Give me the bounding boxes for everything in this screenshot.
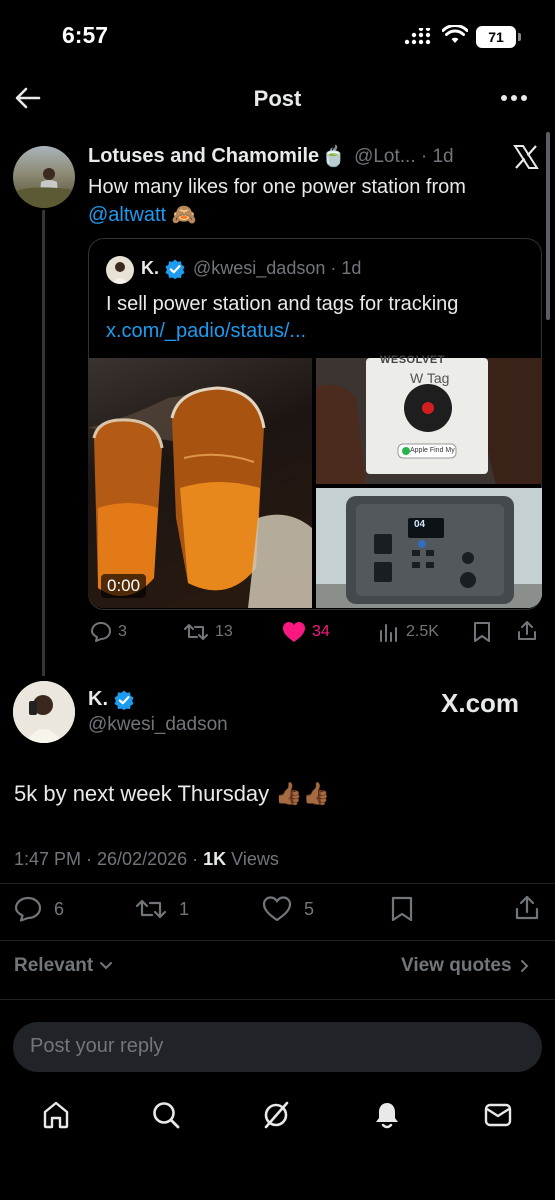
power-station-image[interactable] (316, 488, 542, 608)
chevron-right-icon (520, 960, 528, 972)
reply-count: 6 (54, 898, 65, 919)
page-title: Post (253, 86, 302, 111)
like-count: 5 (304, 898, 315, 919)
like-button[interactable]: 5 (262, 896, 314, 922)
quoted-text: I sell power station and tags for tracki… (106, 293, 459, 315)
view-quotes-label: View quotes (401, 955, 512, 976)
scroll-indicator[interactable] (546, 132, 550, 320)
tea-emoji: 🍵 (321, 146, 347, 168)
wifi-icon (442, 25, 468, 45)
sort-label: Relevant (14, 955, 94, 976)
repost-button[interactable]: 13 (183, 621, 233, 643)
quoted-author-name: K. (141, 258, 159, 278)
repost-icon (135, 899, 167, 919)
views-count: 1K (203, 849, 227, 869)
repost-icon (184, 624, 208, 640)
author-name[interactable]: K. (88, 688, 108, 711)
search-icon[interactable] (151, 1100, 181, 1130)
like-count: 34 (312, 623, 330, 640)
home-icon[interactable] (41, 1100, 71, 1130)
post-text: 5k by next week Thursday 👍🏾👍🏾 (14, 781, 331, 806)
like-button[interactable]: 34 (282, 621, 330, 643)
x-logo-icon[interactable] (513, 144, 539, 170)
more-options-icon[interactable] (500, 94, 528, 102)
repost-count: 13 (215, 623, 233, 640)
repost-count: 1 (179, 898, 190, 919)
video-duration: 0:00 (101, 574, 147, 598)
tag-badge-text: Apple Find My (410, 447, 455, 454)
author-handle-time[interactable]: @Lot... · 1d (354, 146, 454, 168)
share-icon[interactable] (516, 620, 538, 642)
reply-count: 3 (118, 623, 127, 640)
thread-line (42, 210, 45, 676)
author-name[interactable]: Lotuses and Chamomile (88, 145, 319, 168)
brand-label: X.com (441, 688, 520, 718)
views-label: Views (226, 849, 279, 869)
bookmark-icon[interactable] (390, 896, 414, 922)
heart-icon (262, 896, 292, 922)
battery-indicator: 71 (476, 26, 521, 48)
quoted-link[interactable]: x.com/_padio/status/... (106, 320, 306, 343)
verified-badge-icon (114, 690, 134, 710)
repost-button[interactable]: 1 (135, 896, 189, 922)
tag-label-text: W Tag (410, 370, 450, 386)
notifications-icon[interactable] (372, 1100, 402, 1130)
reply-button[interactable]: 3 (90, 621, 127, 643)
monkey-emoji: 🙈 (171, 204, 197, 226)
reply-placeholder: Post your reply (30, 1035, 164, 1057)
mention-link[interactable]: @altwatt (88, 204, 166, 226)
bookmark-icon[interactable] (472, 621, 492, 643)
avatar (106, 256, 134, 284)
author-handle[interactable]: @kwesi_dadson (88, 714, 228, 736)
status-time: 6:57 (62, 22, 109, 48)
views-count: 2.5K (406, 623, 439, 640)
post-timestamp: 1:47 PM · 26/02/2026 · (14, 849, 204, 869)
station-display-text: 04 (414, 519, 426, 530)
share-icon[interactable] (514, 895, 540, 921)
signal-icon (404, 28, 434, 46)
divider (0, 883, 555, 884)
quoted-handle-time: @kwesi_dadson · 1d (193, 258, 362, 278)
messages-icon[interactable] (483, 1100, 513, 1130)
grok-icon[interactable] (261, 1100, 291, 1130)
divider (0, 999, 555, 1000)
avatar[interactable] (13, 681, 75, 743)
post-text: How many likes for one power station fro… (88, 176, 466, 198)
views-icon (380, 624, 397, 642)
view-quotes-link[interactable]: View quotes (401, 955, 530, 977)
avatar[interactable] (13, 146, 75, 208)
views-button[interactable]: 2.5K (378, 621, 439, 643)
sort-dropdown[interactable]: Relevant (14, 955, 113, 977)
verified-badge-icon (165, 259, 185, 279)
chevron-down-icon (100, 962, 113, 970)
heart-filled-icon (283, 622, 305, 642)
reply-icon (14, 896, 42, 922)
divider (0, 940, 555, 941)
tag-brand-text: WESOLVET (380, 354, 445, 366)
reply-icon (91, 622, 111, 642)
reply-button[interactable]: 6 (14, 896, 64, 922)
video-thumbnail[interactable] (88, 358, 312, 608)
